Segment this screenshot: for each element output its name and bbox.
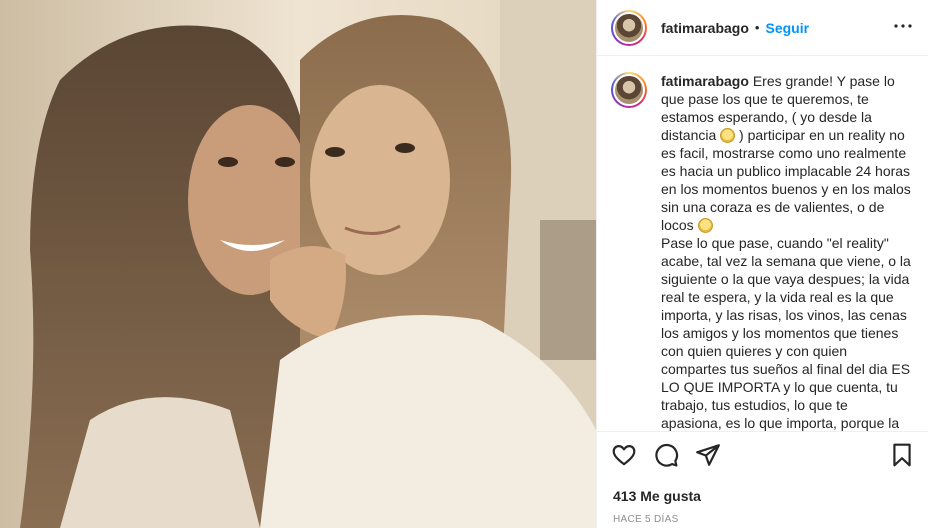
post-side-panel: fatimarabago • Seguir fatimarabago Eres … (596, 0, 928, 528)
post-header: fatimarabago • Seguir (597, 0, 928, 56)
separator-dot: • (754, 20, 760, 35)
action-bar (611, 442, 721, 468)
avatar-image (613, 74, 645, 106)
header-username[interactable]: fatimarabago (661, 20, 749, 36)
comment-username[interactable]: fatimarabago (661, 73, 749, 89)
comment-avatar[interactable] (611, 72, 647, 108)
caption-comment: fatimarabago Eres grande! Y pase lo que … (611, 72, 915, 431)
post-photo[interactable] (0, 0, 596, 528)
heart-icon[interactable] (611, 442, 637, 468)
caption-line: los amigos y los momentos que tienes (661, 325, 899, 341)
grinning-emoji-icon (720, 128, 736, 143)
avatar-image (613, 11, 645, 44)
photo-illustration (0, 0, 596, 528)
likes-count[interactable]: 413 Me gusta (613, 488, 701, 504)
comments-area[interactable]: fatimarabago Eres grande! Y pase lo que … (597, 56, 928, 431)
caption-line: importa, y las risas, los vinos, las cen… (661, 307, 907, 323)
caption-text: fatimarabago Eres grande! Y pase lo que … (661, 72, 911, 431)
caption-line: acabe, tal vez la semana que viene, o la (661, 253, 911, 269)
caption-line: Pase lo que pase, cuando "el reality" (661, 235, 889, 251)
instagram-post: fatimarabago • Seguir fatimarabago Eres … (0, 0, 928, 528)
bookmark-icon[interactable] (889, 442, 915, 468)
caption-line: siguiente o la que vaya despues; la vida (661, 271, 910, 287)
comment-icon[interactable] (653, 442, 679, 468)
grinning-emoji-icon (697, 218, 713, 233)
post-actions-section: 413 Me gusta HACE 5 DÍAS (597, 431, 928, 528)
paper-plane-icon[interactable] (695, 442, 721, 468)
caption-line: real te espera, y la vida real es la que (661, 289, 894, 305)
ellipsis-icon (894, 24, 912, 28)
follow-button[interactable]: Seguir (765, 20, 809, 36)
post-timestamp[interactable]: HACE 5 DÍAS (613, 514, 679, 525)
avatar[interactable] (611, 9, 647, 46)
more-options-icon[interactable] (891, 14, 915, 38)
